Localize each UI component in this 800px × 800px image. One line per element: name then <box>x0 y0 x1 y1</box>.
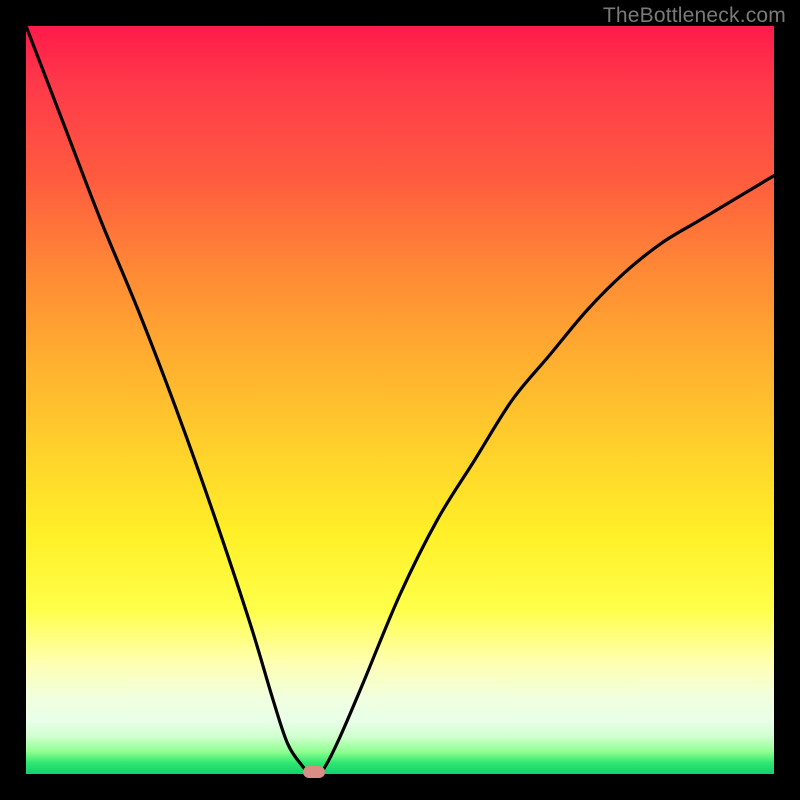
watermark-text: TheBottleneck.com <box>603 4 786 28</box>
outer-frame: TheBottleneck.com <box>0 0 800 800</box>
curve-layer <box>26 26 774 774</box>
optimal-point-marker <box>303 766 325 778</box>
bottleneck-curve <box>26 26 774 775</box>
